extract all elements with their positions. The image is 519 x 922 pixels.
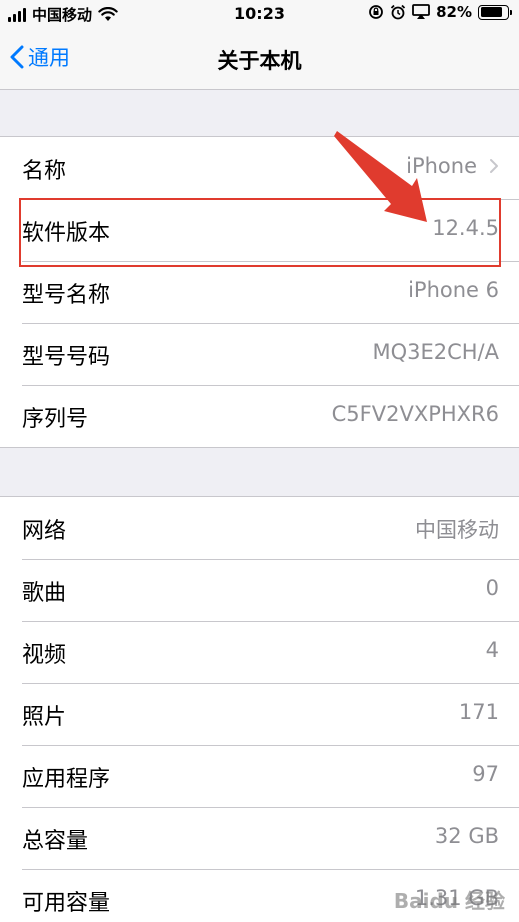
device-name-value: iPhone xyxy=(406,154,477,178)
airplay-icon xyxy=(412,4,430,19)
row-label: 软件版本 xyxy=(22,221,111,246)
row-label: 网络 xyxy=(22,519,67,544)
rotation-lock-icon xyxy=(369,5,383,19)
row-value: iPhone xyxy=(406,154,499,178)
battery-icon xyxy=(478,4,512,20)
row-value: 171 xyxy=(458,700,499,724)
row-software-version: 软件版本 12.4.5 xyxy=(0,199,519,261)
row-name[interactable]: 名称 iPhone xyxy=(0,137,519,199)
row-label: 应用程序 xyxy=(22,767,111,792)
device-info-group: 名称 iPhone 软件版本 12.4.5 型号名称 iPhone 6 型号号码… xyxy=(0,136,519,448)
row-label: 可用容量 xyxy=(22,891,111,916)
row-value: 12.4.5 xyxy=(432,216,499,240)
battery-percent: 82% xyxy=(436,3,472,21)
row-model-name: 型号名称 iPhone 6 xyxy=(0,261,519,323)
row-photos: 照片 171 xyxy=(0,683,519,745)
row-value: iPhone 6 xyxy=(408,278,499,302)
row-songs: 歌曲 0 xyxy=(0,559,519,621)
row-value: 中国移动 xyxy=(415,518,499,542)
usage-info-group: 网络 中国移动 歌曲 0 视频 4 照片 171 应用程序 97 总容量 32 … xyxy=(0,496,519,922)
row-value: 0 xyxy=(485,576,499,600)
row-value: MQ3E2CH/A xyxy=(372,340,499,364)
page-title: 关于本机 xyxy=(217,49,302,73)
alarm-icon xyxy=(390,4,406,20)
row-label: 序列号 xyxy=(22,407,89,432)
row-serial-number: 序列号 C5FV2VXPHXR6 xyxy=(0,385,519,447)
row-label: 名称 xyxy=(22,159,67,184)
row-capacity: 总容量 32 GB xyxy=(0,807,519,869)
watermark: Baidu 经验 xyxy=(393,889,505,913)
disclosure-chevron-icon xyxy=(490,159,498,173)
row-label: 视频 xyxy=(22,643,67,668)
nav-bar: 通用 关于本机 xyxy=(0,30,519,90)
row-videos: 视频 4 xyxy=(0,621,519,683)
status-right: 82% xyxy=(368,3,512,21)
row-label: 型号号码 xyxy=(22,345,111,370)
row-value: C5FV2VXPHXR6 xyxy=(331,402,499,426)
row-applications: 应用程序 97 xyxy=(0,745,519,807)
row-value: 4 xyxy=(485,638,499,662)
row-value: 32 GB xyxy=(434,824,499,848)
row-label: 歌曲 xyxy=(22,581,67,606)
row-model-number: 型号号码 MQ3E2CH/A xyxy=(0,323,519,385)
row-network: 网络 中国移动 xyxy=(0,497,519,559)
row-label: 总容量 xyxy=(22,829,89,854)
battery-fill xyxy=(480,7,502,17)
row-label: 型号名称 xyxy=(22,283,111,308)
row-label: 照片 xyxy=(22,705,67,730)
row-value: 97 xyxy=(472,762,499,786)
status-bar: 中国移动 10:23 82% xyxy=(0,0,519,30)
